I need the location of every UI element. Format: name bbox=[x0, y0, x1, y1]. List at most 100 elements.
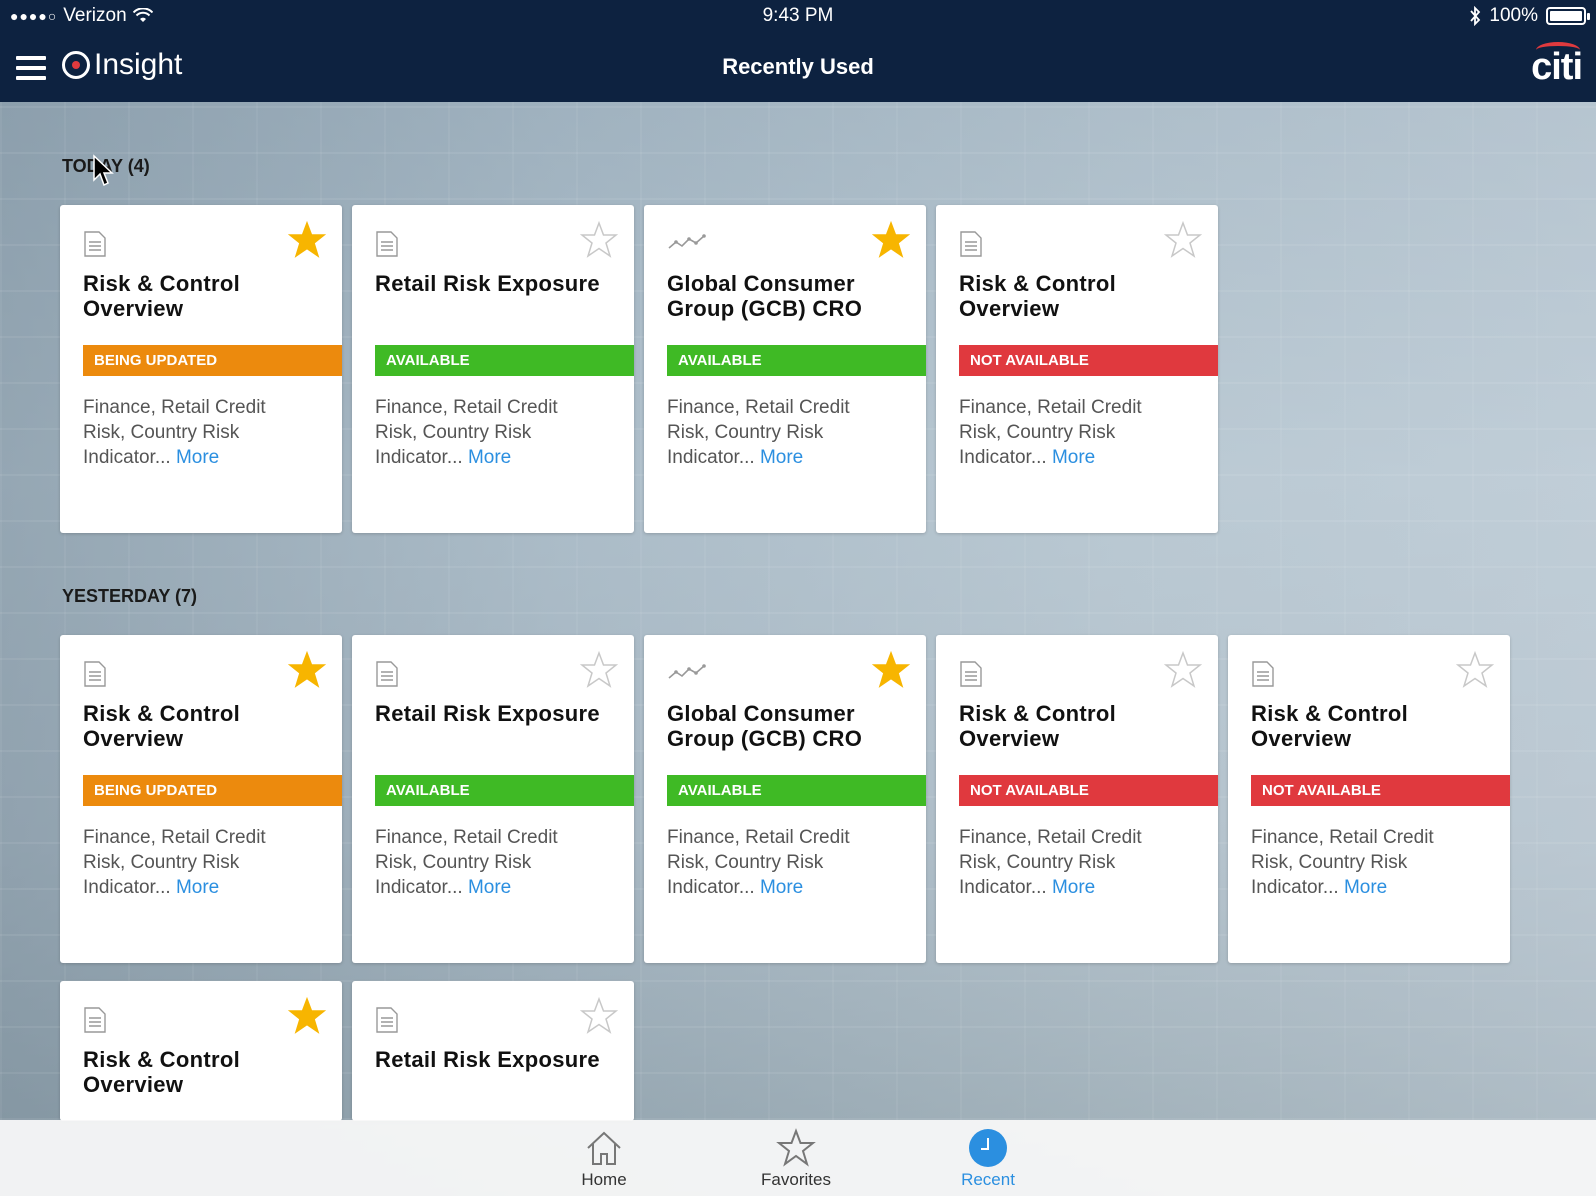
tab-recent[interactable]: Recent bbox=[928, 1128, 1048, 1190]
star-outline-icon[interactable] bbox=[1163, 650, 1203, 689]
card-tags: Finance, Retail Credit Risk, Country Ris… bbox=[375, 397, 558, 468]
card-tags: Finance, Retail Credit Risk, Country Ris… bbox=[959, 827, 1142, 898]
status-time: 9:43 PM bbox=[762, 5, 834, 26]
home-icon bbox=[587, 1131, 621, 1165]
document-icon bbox=[376, 1007, 398, 1033]
report-card[interactable]: Global Consumer Group (GCB) CRO AVAILABLE… bbox=[644, 635, 926, 963]
card-title: Risk & Control Overview bbox=[959, 271, 1116, 321]
more-link[interactable]: More bbox=[468, 447, 511, 468]
card-description: Finance, Retail Credit Risk, Country Ris… bbox=[959, 825, 1189, 900]
card-title: Global Consumer Group (GCB) CRO bbox=[667, 271, 863, 321]
card-title: Retail Risk Exposure bbox=[375, 1047, 600, 1072]
card-title: Global Consumer Group (GCB) CRO bbox=[667, 701, 863, 751]
status-badge: AVAILABLE bbox=[667, 345, 926, 376]
card-description: Finance, Retail Credit Risk, Country Ris… bbox=[83, 395, 313, 470]
card-tags: Finance, Retail Credit Risk, Country Ris… bbox=[667, 827, 850, 898]
star-outline-icon[interactable] bbox=[1163, 220, 1203, 259]
status-badge: BEING UPDATED bbox=[83, 775, 342, 806]
more-link[interactable]: More bbox=[760, 877, 803, 898]
card-title: Retail Risk Exposure bbox=[375, 271, 600, 296]
report-card[interactable]: Global Consumer Group (GCB) CRO AVAILABLE… bbox=[644, 205, 926, 533]
clock-icon bbox=[969, 1129, 1007, 1167]
more-link[interactable]: More bbox=[1052, 447, 1095, 468]
card-title: Risk & Control Overview bbox=[1251, 701, 1408, 751]
star-filled-icon[interactable] bbox=[287, 220, 327, 259]
tab-recent-label: Recent bbox=[961, 1170, 1015, 1189]
tab-favorites-label: Favorites bbox=[761, 1170, 831, 1189]
more-link[interactable]: More bbox=[176, 447, 219, 468]
card-title: Risk & Control Overview bbox=[83, 701, 240, 751]
card-tags: Finance, Retail Credit Risk, Country Ris… bbox=[1251, 827, 1434, 898]
status-badge: NOT AVAILABLE bbox=[1251, 775, 1510, 806]
report-card[interactable]: Retail Risk ExposureAVAILABLEFinance, Re… bbox=[352, 981, 634, 1121]
report-card[interactable]: Risk & Control Overview BEING UPDATED Fina… bbox=[60, 635, 342, 963]
more-link[interactable]: More bbox=[760, 447, 803, 468]
status-badge: BEING UPDATED bbox=[83, 345, 342, 376]
star-filled-icon[interactable] bbox=[287, 650, 327, 689]
star-filled-icon[interactable] bbox=[871, 220, 911, 259]
more-link[interactable]: More bbox=[1344, 877, 1387, 898]
page-title: Recently Used bbox=[722, 54, 874, 79]
tab-home-label: Home bbox=[581, 1170, 627, 1189]
star-outline-icon[interactable] bbox=[579, 996, 619, 1035]
card-description: Finance, Retail Credit Risk, Country Ris… bbox=[375, 395, 605, 470]
report-card[interactable]: Risk & Control Overview NOT AVAILABLE Fina… bbox=[936, 205, 1218, 533]
document-icon bbox=[84, 1007, 106, 1033]
battery-percent: 100% bbox=[1489, 5, 1538, 26]
report-card[interactable]: Risk & Control OverviewBEING UPDATEDFina… bbox=[60, 981, 342, 1121]
star-filled-icon[interactable] bbox=[871, 650, 911, 689]
document-icon bbox=[960, 661, 982, 687]
more-link[interactable]: More bbox=[1052, 877, 1095, 898]
report-card[interactable]: Risk & Control Overview BEING UPDATED Fina… bbox=[60, 205, 342, 533]
card-tags: Finance, Retail Credit Risk, Country Ris… bbox=[83, 827, 266, 898]
document-icon bbox=[84, 231, 106, 257]
line-chart-icon bbox=[668, 663, 706, 683]
battery-icon bbox=[1546, 7, 1590, 25]
card-title: Risk & Control Overview bbox=[959, 701, 1116, 751]
star-icon bbox=[776, 1128, 816, 1167]
star-outline-icon[interactable] bbox=[1455, 650, 1495, 689]
section-title-yesterday: YESTERDAY (7) bbox=[62, 586, 198, 606]
star-outline-icon[interactable] bbox=[579, 220, 619, 259]
card-description: Finance, Retail Credit Risk, Country Ris… bbox=[959, 395, 1189, 470]
tab-favorites[interactable]: Favorites bbox=[736, 1128, 856, 1190]
card-tags: Finance, Retail Credit Risk, Country Ris… bbox=[959, 397, 1142, 468]
status-bar: ●●●●○ Verizon 9:43 PM 100% bbox=[0, 0, 1596, 34]
nav-bar: Insight Recently Used citi bbox=[0, 34, 1596, 102]
tab-home[interactable]: Home bbox=[544, 1128, 664, 1190]
document-icon bbox=[376, 661, 398, 687]
star-outline-icon[interactable] bbox=[579, 650, 619, 689]
line-chart-icon bbox=[668, 233, 706, 253]
brand-logo: citi bbox=[1531, 46, 1583, 88]
report-card[interactable]: Risk & Control Overview NOT AVAILABLE Fina… bbox=[936, 635, 1218, 963]
document-icon bbox=[84, 661, 106, 687]
card-title: Retail Risk Exposure bbox=[375, 701, 600, 726]
card-description: Finance, Retail Credit Risk, Country Ris… bbox=[83, 825, 313, 900]
more-link[interactable]: More bbox=[468, 877, 511, 898]
status-badge: AVAILABLE bbox=[667, 775, 926, 806]
mouse-cursor-icon bbox=[93, 154, 114, 187]
more-link[interactable]: More bbox=[176, 877, 219, 898]
status-badge: AVAILABLE bbox=[375, 775, 634, 806]
report-card[interactable]: Risk & Control Overview NOT AVAILABLE Fina… bbox=[1228, 635, 1510, 963]
status-badge: NOT AVAILABLE bbox=[959, 345, 1218, 376]
tab-bar: Home Favorites Recent bbox=[0, 1120, 1596, 1196]
star-filled-icon[interactable] bbox=[287, 996, 327, 1035]
card-title: Risk & Control Overview bbox=[83, 271, 240, 321]
card-tags: Finance, Retail Credit Risk, Country Ris… bbox=[375, 827, 558, 898]
card-description: Finance, Retail Credit Risk, Country Ris… bbox=[1251, 825, 1481, 900]
card-title: Risk & Control Overview bbox=[83, 1047, 240, 1097]
bluetooth-icon bbox=[1470, 6, 1481, 26]
card-description: Finance, Retail Credit Risk, Country Ris… bbox=[667, 395, 897, 470]
card-tags: Finance, Retail Credit Risk, Country Ris… bbox=[83, 397, 266, 468]
report-card[interactable]: Retail Risk Exposure AVAILABLE Finance, Re… bbox=[352, 635, 634, 963]
document-icon bbox=[960, 231, 982, 257]
document-icon bbox=[1252, 661, 1274, 687]
card-description: Finance, Retail Credit Risk, Country Ris… bbox=[375, 825, 605, 900]
status-badge: AVAILABLE bbox=[375, 345, 634, 376]
card-tags: Finance, Retail Credit Risk, Country Ris… bbox=[667, 397, 850, 468]
report-card[interactable]: Retail Risk Exposure AVAILABLE Finance, Re… bbox=[352, 205, 634, 533]
card-description: Finance, Retail Credit Risk, Country Ris… bbox=[667, 825, 897, 900]
status-badge: NOT AVAILABLE bbox=[959, 775, 1218, 806]
document-icon bbox=[376, 231, 398, 257]
